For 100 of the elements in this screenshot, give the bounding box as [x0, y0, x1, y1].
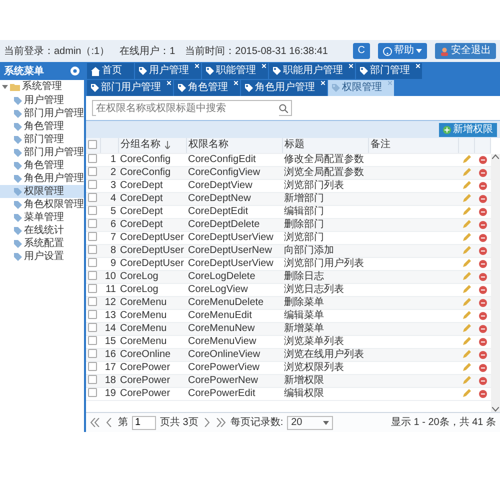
caret-icon [323, 420, 330, 424]
row-number: 4 [100, 192, 118, 205]
table-cell: 向部门添加 [282, 244, 368, 257]
row-checkbox[interactable] [88, 219, 97, 228]
delete-icon[interactable] [478, 312, 486, 320]
next-page-icon[interactable] [202, 418, 212, 427]
row-checkbox[interactable] [88, 271, 97, 280]
row-checkbox[interactable] [88, 193, 97, 202]
tab[interactable]: 角色管理 [174, 80, 240, 96]
delete-icon[interactable] [478, 364, 486, 372]
row-checkbox[interactable] [88, 336, 97, 346]
column-header[interactable]: 备注 [368, 138, 458, 153]
tab[interactable]: 首页 [87, 63, 134, 79]
record-summary: 显示 1 - 20条，共 41 条 [390, 416, 496, 430]
tab[interactable]: 权限管理 [328, 80, 394, 96]
column-header[interactable]: 分组名称 [118, 138, 186, 153]
tab[interactable]: 职能管理 [202, 63, 268, 79]
column-header[interactable]: 标题 [282, 138, 368, 153]
search-field[interactable]: 在权限名称或权限标题中搜索 [92, 100, 292, 116]
row-checkbox[interactable] [88, 375, 97, 384]
menu-item[interactable]: 角色用户管理 [0, 172, 84, 185]
row-checkbox[interactable] [88, 297, 97, 306]
delete-icon[interactable] [478, 156, 486, 164]
page-count: 页共 3页 [160, 416, 198, 430]
row-checkbox[interactable] [88, 206, 97, 216]
delete-icon[interactable] [478, 298, 486, 306]
previous-page-icon[interactable] [104, 418, 114, 427]
delete-icon[interactable] [478, 260, 486, 268]
row-checkbox[interactable] [88, 284, 97, 294]
delete-icon[interactable] [478, 272, 486, 280]
tab[interactable]: 角色用户管理 [241, 80, 327, 96]
row-checkbox[interactable] [88, 310, 97, 320]
page-input[interactable]: 1 [132, 416, 156, 430]
row-checkbox[interactable] [88, 362, 97, 372]
settings-icon[interactable] [70, 66, 80, 76]
table-cell: 新增菜单 [282, 322, 368, 335]
menu-item[interactable]: 用户设置 [0, 250, 84, 263]
tree-node[interactable]: 系统管理 [0, 80, 84, 94]
first-page-icon[interactable] [90, 418, 100, 427]
table-cell: CoreMenuDelete [186, 296, 282, 309]
delete-icon[interactable] [478, 286, 486, 294]
page-size-select[interactable]: 20 [287, 416, 334, 430]
delete-icon[interactable] [478, 194, 486, 202]
column-header[interactable]: 权限名称 [186, 138, 282, 153]
delete-icon[interactable] [478, 324, 486, 332]
logout-button[interactable]: 安全退出 [435, 43, 496, 59]
delete-icon[interactable] [478, 168, 486, 176]
tab[interactable]: 部门用户管理 [87, 80, 173, 96]
row-checkbox[interactable] [88, 323, 97, 332]
scrollbar[interactable] [491, 154, 500, 412]
help-button[interactable]: 帮助 [378, 43, 427, 59]
menu-item[interactable]: 菜单管理 [0, 211, 84, 224]
expanded-caret-icon[interactable] [2, 84, 8, 90]
menu-item[interactable]: 用户管理 [0, 94, 84, 107]
row-checkbox[interactable] [88, 388, 97, 398]
row-checkbox[interactable] [88, 180, 97, 190]
scroll-down-icon[interactable] [492, 407, 499, 412]
row-number: 13 [100, 309, 118, 322]
table-cell: CorePower [118, 387, 186, 400]
row-checkbox[interactable] [88, 232, 97, 242]
row-checkbox[interactable] [88, 258, 97, 268]
delete-icon[interactable] [478, 350, 486, 358]
help-icon [383, 46, 392, 56]
tab[interactable]: 部门管理 [356, 63, 422, 79]
delete-icon[interactable] [478, 208, 486, 216]
row-checkbox[interactable] [88, 154, 97, 164]
delete-icon[interactable] [478, 246, 486, 254]
table-cell: CorePowerEdit [186, 387, 282, 400]
row-checkbox[interactable] [88, 349, 97, 358]
search-icon[interactable] [279, 104, 288, 112]
menu-item[interactable]: 角色权限管理 [0, 198, 84, 211]
menu-item[interactable]: 部门用户管理 [0, 107, 84, 120]
delete-icon[interactable] [478, 376, 486, 384]
delete-icon[interactable] [478, 390, 486, 398]
select-all-checkbox[interactable] [88, 140, 97, 150]
table-cell: CoreDeptUser [118, 231, 186, 244]
menu-item[interactable]: 角色管理 [0, 120, 84, 133]
menu-item[interactable]: 角色管理 [0, 159, 84, 172]
menu-item[interactable]: 部门管理 [0, 133, 84, 146]
menu-item[interactable]: 部门用户管理 [0, 146, 84, 159]
delete-icon[interactable] [478, 220, 486, 228]
table-cell: CoreDeptEdit [186, 205, 282, 218]
menu-item[interactable]: 系统配置 [0, 237, 84, 250]
refresh-button[interactable]: C [352, 43, 370, 59]
delete-icon[interactable] [478, 338, 486, 346]
last-page-icon[interactable] [216, 418, 226, 427]
menu-item[interactable]: 在线统计 [0, 224, 84, 237]
table-cell: CoreLogDelete [186, 270, 282, 283]
delete-icon[interactable] [478, 234, 486, 242]
table-cell: CoreDept [118, 205, 186, 218]
table-cell: CoreLog [118, 270, 186, 283]
scroll-up-icon[interactable] [492, 154, 499, 159]
row-checkbox[interactable] [88, 245, 97, 254]
tab[interactable]: 用户管理 [135, 63, 201, 79]
tab[interactable]: 职能用户管理 [269, 63, 355, 79]
menu-item[interactable]: 权限管理 [0, 185, 84, 198]
delete-icon[interactable] [478, 182, 486, 190]
row-number: 9 [100, 257, 118, 270]
row-checkbox[interactable] [88, 167, 97, 176]
add-button[interactable]: 新增权限 [439, 122, 497, 136]
